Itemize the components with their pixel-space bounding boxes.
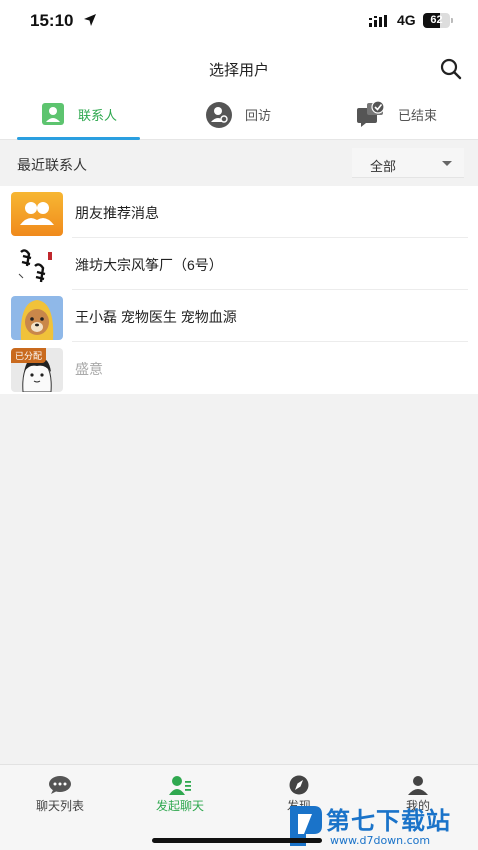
finished-chat-icon <box>357 100 385 127</box>
contact-list: 朋友推荐消息 潍坊大宗风筝厂（6号） 王小磊 宠物医生 宠物血源 已分配 盛意 <box>0 186 478 394</box>
status-bar: 15:10 4G 62 <box>0 0 478 42</box>
list-item[interactable]: 王小磊 宠物医生 宠物血源 <box>0 290 478 342</box>
tab-contacts-label: 联系人 <box>78 108 118 123</box>
nav-chat-list-label: 聊天列表 <box>35 799 84 813</box>
tab-return-visit[interactable]: 回访 <box>159 94 318 140</box>
kite-calligraphy-avatar <box>11 244 63 288</box>
search-icon[interactable] <box>438 56 464 82</box>
contact-name: 王小磊 宠物医生 宠物血源 <box>75 309 237 325</box>
list-item[interactable]: 朋友推荐消息 <box>0 186 478 238</box>
nav-chat-list[interactable]: 聊天列表 <box>0 765 120 825</box>
filter-dropdown[interactable]: 全部 <box>352 148 464 178</box>
dog-photo-avatar <box>11 296 63 340</box>
tab-return-visit-label: 回访 <box>245 108 272 123</box>
home-indicator <box>152 838 322 843</box>
signal-strength-icon <box>369 15 387 27</box>
nav-start-chat[interactable]: 发起聊天 <box>120 765 240 825</box>
nav-bar: 选择用户 <box>0 42 478 94</box>
cartoon-avatar: 已分配 <box>11 348 63 392</box>
contact-name: 潍坊大宗风筝厂（6号） <box>75 257 223 273</box>
list-item[interactable]: 潍坊大宗风筝厂（6号） <box>0 238 478 290</box>
return-visit-icon <box>206 102 232 128</box>
contact-name: 朋友推荐消息 <box>75 205 159 221</box>
battery-level: 62 <box>430 14 443 26</box>
location-arrow-icon <box>84 14 96 26</box>
list-item[interactable]: 已分配 盛意 <box>0 342 478 394</box>
assigned-badge: 已分配 <box>11 348 47 363</box>
filter-bar: 最近联系人 全部 <box>0 141 478 185</box>
nav-start-chat-label: 发起聊天 <box>155 799 204 813</box>
tab-contacts[interactable]: 联系人 <box>0 94 159 140</box>
compass-icon <box>289 775 309 795</box>
active-tab-indicator <box>17 137 140 140</box>
person-icon <box>408 776 428 795</box>
filter-selected-value: 全部 <box>370 159 397 174</box>
section-title: 最近联系人 <box>17 157 87 173</box>
contact-card-icon <box>42 103 64 125</box>
status-time: 15:10 <box>30 11 74 30</box>
chat-bubble-icon <box>49 776 71 794</box>
group-avatar-icon <box>11 192 63 236</box>
start-chat-icon <box>169 776 191 795</box>
watermark-title: 第七下载站 <box>326 807 451 835</box>
page-title: 选择用户 <box>208 62 269 79</box>
tab-finished[interactable]: 已结束 <box>318 94 477 140</box>
battery-icon: 62 <box>423 13 453 28</box>
tab-bar: 联系人 回访 已结束 <box>0 94 478 140</box>
tab-finished-label: 已结束 <box>398 108 438 123</box>
contact-name: 盛意 <box>75 361 103 377</box>
watermark-url: www.d7down.com <box>330 834 431 847</box>
network-type: 4G <box>397 12 416 28</box>
chevron-down-icon <box>442 161 452 166</box>
